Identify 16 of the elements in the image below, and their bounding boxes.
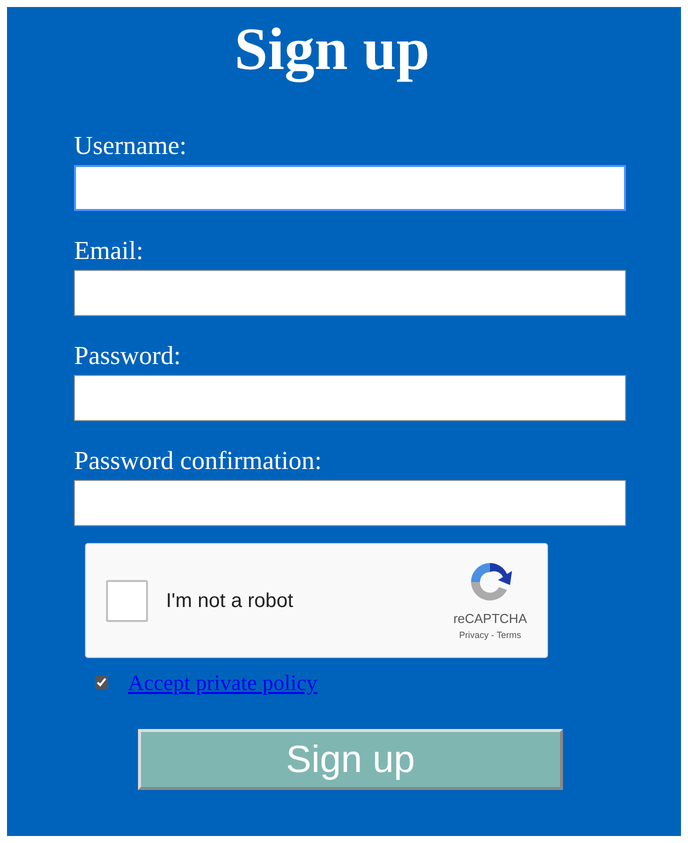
input-field[interactable]: [74, 165, 626, 211]
privacy-link[interactable]: Privacy: [459, 628, 489, 642]
link-separator: -: [490, 628, 496, 642]
terms-link[interactable]: Terms: [496, 628, 522, 642]
field-label: Username:: [74, 131, 187, 161]
input-field[interactable]: [74, 270, 626, 316]
page-title: Sign up: [234, 15, 430, 83]
captcha-label: I'm not a robot: [166, 588, 294, 614]
field-label: Email:: [74, 236, 144, 266]
captcha-brand: reCAPTCHA: [453, 610, 527, 628]
captcha-checkbox[interactable]: [106, 580, 148, 622]
field-label: Password confirmation:: [74, 446, 322, 476]
input-field[interactable]: [74, 375, 626, 421]
field-label: Password:: [74, 341, 181, 371]
policy-checkbox[interactable]: [95, 676, 108, 689]
input-field[interactable]: [74, 480, 626, 526]
